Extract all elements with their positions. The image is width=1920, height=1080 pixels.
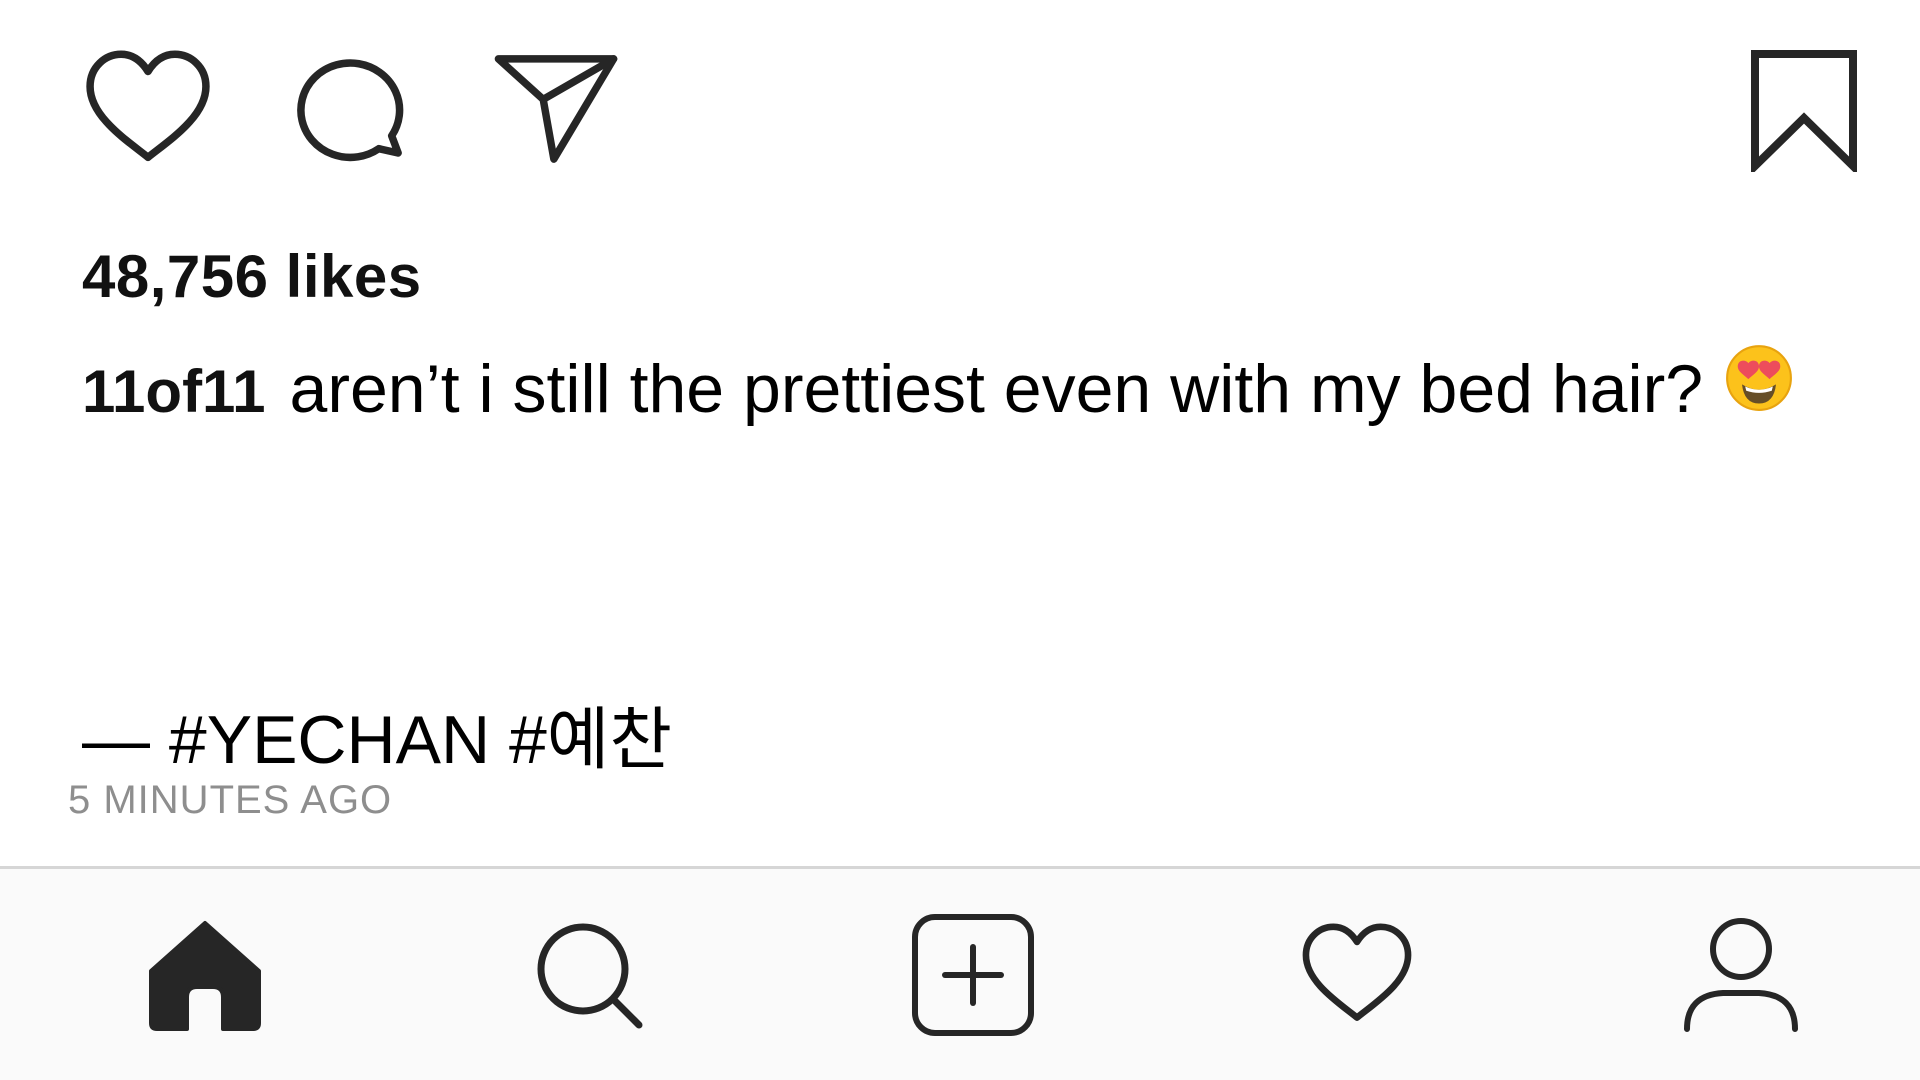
plus-square-icon	[912, 913, 1034, 1036]
search-icon	[537, 923, 643, 1028]
heart-outline-icon	[86, 50, 210, 162]
likes-count[interactable]: 48,756 likes	[82, 242, 422, 311]
caption-hashtags[interactable]: — #YECHAN #예찬	[82, 684, 672, 783]
speech-bubble-icon	[297, 59, 404, 162]
tab-activity[interactable]	[1165, 869, 1549, 1080]
post-timestamp: 5 MINUTES AGO	[68, 778, 393, 822]
bookmark-icon	[1751, 50, 1857, 172]
caption-username[interactable]: 11of11	[82, 357, 266, 426]
heart-outline-icon	[1302, 922, 1412, 1021]
caption-text: aren’t i still the prettiest even with m…	[289, 351, 1704, 427]
person-outline-icon	[1684, 917, 1798, 1032]
paper-plane-icon	[494, 55, 618, 163]
heart-eyes-emoji-icon	[1725, 344, 1793, 412]
tab-home[interactable]	[13, 869, 397, 1080]
post-action-bar	[0, 0, 1920, 200]
tab-search[interactable]	[397, 869, 781, 1080]
post-container: 48,756 likes 11of11 aren’t i still the p…	[0, 0, 1920, 866]
tab-new-post[interactable]	[781, 869, 1165, 1080]
caption: 11of11 aren’t i still the prettiest even…	[82, 344, 1882, 428]
share-button[interactable]	[492, 50, 620, 168]
save-button[interactable]	[1748, 48, 1860, 172]
home-filled-icon	[149, 920, 261, 1031]
comment-button[interactable]	[292, 50, 412, 168]
like-button[interactable]	[82, 50, 214, 168]
bottom-tab-bar	[0, 866, 1920, 1080]
tab-profile[interactable]	[1549, 869, 1920, 1080]
